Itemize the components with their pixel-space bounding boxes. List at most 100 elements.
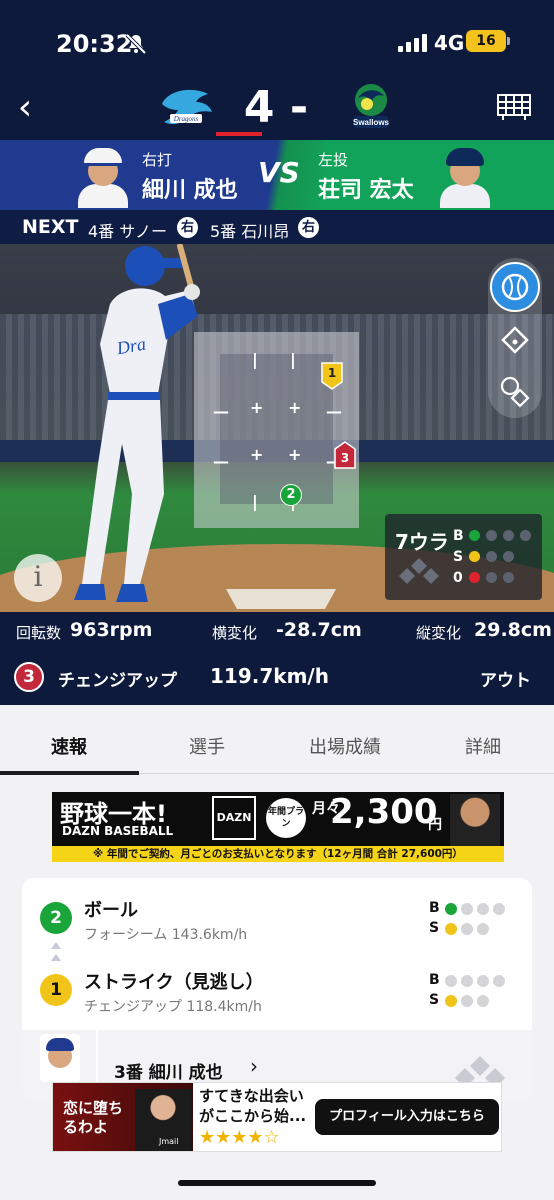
game-panel: 20:32 4G 16 ‹ Dragons 4 - 1 Swallows 右打 … [0,0,554,705]
feed-result: ボール [84,900,138,921]
home-indicator [178,1180,376,1186]
swallows-logo: Swallows [353,84,390,128]
score-display: 4 - 1 [243,82,309,189]
pitch-marker-3[interactable]: 3 [334,441,356,469]
ad-yen: 円 [428,817,442,833]
batter-hand: 右打 [142,151,173,169]
next-batter-1-hand: 右 [177,217,198,238]
ball-diamond-icon [500,376,530,408]
bottom-banner-ad[interactable]: 恋に堕ちるわよ Jmail すてきな出会い がここから始... ★★★★☆ プロ… [52,1082,502,1152]
pitch-view-button[interactable] [490,262,540,312]
diamond-icon [501,326,529,354]
svg-text:1: 1 [328,366,336,380]
next-label: NEXT [22,216,79,238]
score-header: ‹ Dragons 4 - 1 Swallows [0,78,554,189]
tab-details[interactable]: 詳細 [414,733,552,759]
ad-person-image [450,794,500,846]
next-batter-2: 5番 石川昂 [210,222,290,241]
svg-text:3: 3 [341,451,349,465]
out-dot [503,572,514,583]
pitcher-name: 荘司 宏太 [318,178,414,203]
batter-name: 細川 成也 [142,178,238,203]
feed-pitch-number: 2 [40,902,72,934]
tab-live[interactable]: 速報 [0,733,138,759]
ad2-text-2: がここから始... [199,1107,307,1125]
inning-label: 7ウラ [395,530,449,554]
ad2-cta-button[interactable]: プロフィール入力はこちら [315,1099,499,1135]
back-chevron-icon[interactable]: ‹ [10,88,40,128]
status-bar: 20:32 4G 16 [0,0,554,80]
strike-dot [503,551,514,562]
spin-value: 963rpm [70,619,153,641]
strike-zone [220,354,333,504]
ad2-text-1: すてきな出会い [199,1087,304,1105]
hbreak-value: -28.7cm [276,619,362,641]
feed-pitch-info: チェンジアップ 118.4km/h [84,999,262,1015]
feed-pitch-info: フォーシーム 143.6km/h [84,927,248,943]
info-icon[interactable]: i [14,554,62,602]
ad-monthly: 月々 [312,801,340,817]
score-underline [216,132,262,136]
feed-pitch-number: 1 [40,974,72,1006]
next-batter-1: 4番 サノー [88,222,167,241]
svg-text:Swallows: Swallows [353,118,390,127]
vbreak-value: 29.8cm [474,619,552,641]
balls-label: B [453,528,464,544]
network-type: 4G [434,31,465,55]
ball-dot [520,530,531,541]
batter-avatar[interactable] [74,142,132,208]
pitch-speed: 119.7km/h [210,664,329,688]
spin-label: 回転数 [16,624,62,642]
strikes-label: S [453,549,464,565]
ball-dot [469,530,480,541]
pitch-visualization: Dra || —++— —++— || 1 3 2 7ウラ [0,244,554,612]
view-controls [488,258,542,418]
count-panel: 7ウラ B S 0 [385,514,542,600]
feed-result: ストライク（見逃し） [84,972,264,993]
ad2-title: 恋に堕ちるわよ [63,1099,124,1136]
runner-view-button[interactable] [490,364,540,414]
status-time: 20:32 [56,30,133,58]
tab-stats[interactable]: 出場成績 [276,733,414,759]
pitch-number: 3 [14,662,44,692]
active-tab-indicator [0,771,139,775]
pitch-marker-2[interactable]: 2 [280,484,302,506]
pitch-stats-bar: 回転数 963rpm 横変化 -28.7cm 縦変化 29.8cm [0,612,554,652]
connector-arrows-icon [51,942,61,961]
latest-pitch-bar: 3 チェンジアップ 119.7km/h アウト [0,652,554,704]
battery-icon: 16 [466,30,510,52]
pitch-type: チェンジアップ [58,671,177,691]
play-feed: 2 ボール フォーシーム 143.6km/h B S 1 ストライク（見逃し） … [22,878,532,1100]
tab-bar: 速報 選手 出場成績 詳細 [0,705,554,775]
svg-text:Dragons: Dragons [173,115,199,123]
pitch-result: アウト [480,671,531,691]
tab-players[interactable]: 選手 [138,733,276,759]
dragons-logo: Dragons [162,89,212,125]
next-batter-2-hand: 右 [298,217,319,238]
home-plate [226,589,336,609]
out-dot [469,572,480,583]
field-view-button[interactable] [490,314,540,364]
dazn-banner-ad[interactable]: 野球一本! DAZN BASEBALL DAZN 年間プラン 月々 2,300 … [52,792,504,862]
scoreboard-icon[interactable] [497,94,531,120]
ad-subtitle: DAZN BASEBALL [62,824,174,838]
signal-icon [398,34,428,52]
hbreak-label: 横変化 [212,624,258,642]
ad2-brand: Jmail [159,1137,179,1146]
ball-dot [503,530,514,541]
ad2-rating-stars: ★★★★☆ [199,1127,280,1148]
batter-row-avatar [40,1034,80,1082]
pitch-marker-1[interactable]: 1 [321,362,343,390]
baseball-icon [501,273,529,301]
matchup-bar: 右打 細川 成也 VS 左投 荘司 宏太 [0,140,554,210]
next-batters-bar: NEXT 4番 サノー 右 5番 石川昂 右 [0,210,554,244]
ball-dot [486,530,497,541]
annual-plan-badge: 年間プラン [266,798,306,838]
batter-row-name: 3番 細川 成也 [114,1063,223,1083]
bases-icon [399,558,439,584]
pitcher-avatar[interactable] [436,142,494,208]
strike-dot [486,551,497,562]
mute-bell-icon [125,33,147,55]
chevron-right-icon: › [250,1054,258,1078]
out-dot [486,572,497,583]
